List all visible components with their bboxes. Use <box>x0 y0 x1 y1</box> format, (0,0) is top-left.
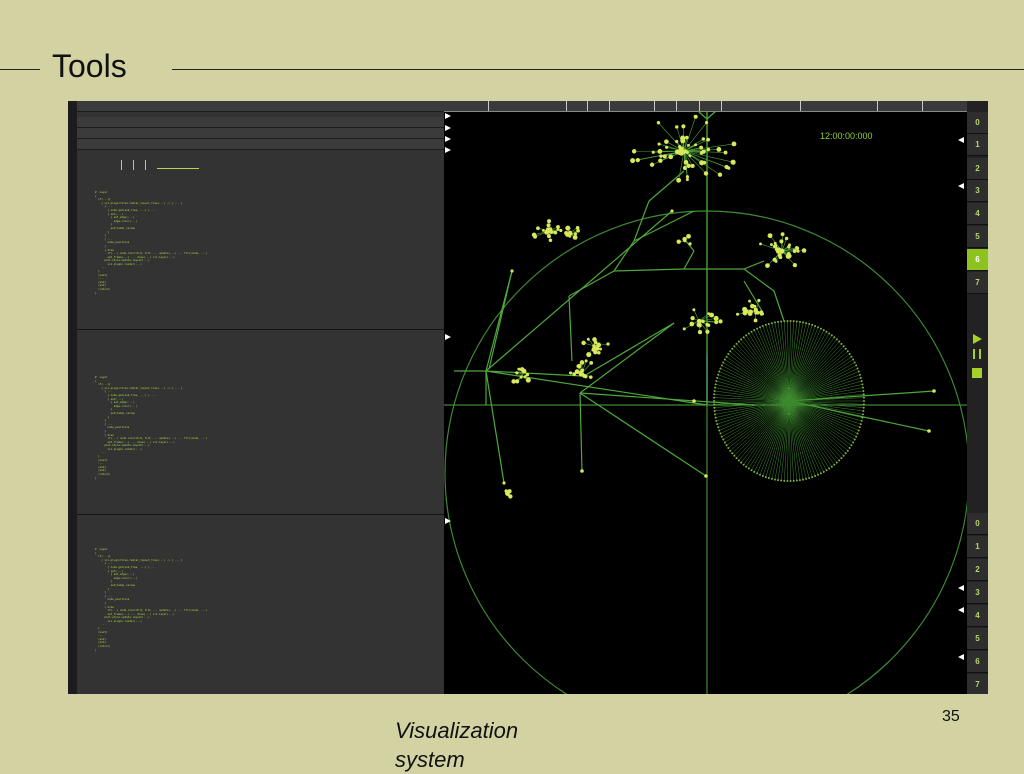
level-button-bottom-3[interactable]: 3 <box>967 582 988 604</box>
row-marker-icon[interactable] <box>445 125 451 131</box>
level-toolbar: 0 1 2 3 4 5 6 7 0 1 2 3 4 5 6 7 <box>967 101 988 694</box>
tree-edges <box>454 111 934 496</box>
level-button-top-7[interactable]: 7 <box>967 272 988 294</box>
stop-icon[interactable] <box>972 368 982 378</box>
code-block-3[interactable]: # Layer { if(...){ { viz.plugin=tree.rad… <box>95 548 207 652</box>
page-number: 35 <box>942 708 960 726</box>
code-panel-header-row[interactable] <box>77 128 444 139</box>
level-button-top-5[interactable]: 5 <box>967 226 988 248</box>
level-marker-icon[interactable] <box>958 607 964 613</box>
tree-nodes <box>502 115 935 499</box>
level-button-top-6[interactable]: 6 <box>967 249 988 271</box>
title-rule-left <box>0 69 40 70</box>
slide-title: Tools <box>52 48 127 85</box>
code-block-1[interactable]: # Layer { if(...){ { viz.plugin=tree.rad… <box>95 191 207 295</box>
outer-ring <box>445 211 967 694</box>
level-marker-icon[interactable] <box>958 183 964 189</box>
level-button-bottom-4[interactable]: 4 <box>967 605 988 627</box>
level-button-top-2[interactable]: 2 <box>967 158 988 180</box>
level-button-bottom-1[interactable]: 1 <box>967 536 988 558</box>
radial-tree-viewport[interactable]: 12:00:00:000 <box>444 101 967 694</box>
level-button-bottom-0[interactable]: 0 <box>967 513 988 535</box>
radial-tree-graph[interactable] <box>444 101 967 694</box>
code-panel-legend <box>119 160 199 172</box>
level-button-top-3[interactable]: 3 <box>967 180 988 202</box>
level-button-bottom-7[interactable]: 7 <box>967 674 988 694</box>
title-rule-right <box>172 69 1024 70</box>
level-button-top-0[interactable]: 0 <box>967 112 988 134</box>
code-panel-header-row[interactable] <box>77 101 444 112</box>
level-button-top-4[interactable]: 4 <box>967 203 988 225</box>
level-marker-icon[interactable] <box>958 585 964 591</box>
play-icon[interactable] <box>973 334 982 344</box>
fan-edges <box>714 321 864 481</box>
slide-caption: Visualization system <box>395 716 555 774</box>
code-panel: # Layer { if(...){ { viz.plugin=tree.rad… <box>77 101 444 694</box>
row-marker-icon[interactable] <box>445 147 451 153</box>
row-marker-icon[interactable] <box>445 334 451 340</box>
level-button-bottom-2[interactable]: 2 <box>967 559 988 581</box>
level-button-bottom-6[interactable]: 6 <box>967 651 988 673</box>
level-button-bottom-5[interactable]: 5 <box>967 628 988 650</box>
clock-readout: 12:00:00:000 <box>820 131 873 141</box>
panel-divider <box>77 514 444 515</box>
panel-divider <box>77 329 444 330</box>
pause-icon[interactable] <box>972 349 982 359</box>
level-marker-icon[interactable] <box>958 654 964 660</box>
row-marker-icon[interactable] <box>445 136 451 142</box>
row-marker-icon[interactable] <box>445 113 451 119</box>
visualization-app-window: # Layer { if(...){ { viz.plugin=tree.rad… <box>68 101 988 694</box>
code-panel-header-row[interactable] <box>77 117 444 128</box>
level-marker-icon[interactable] <box>958 137 964 143</box>
code-block-2[interactable]: # Layer { if(...){ { viz.plugin=tree.rad… <box>95 376 207 480</box>
level-button-top-1[interactable]: 1 <box>967 134 988 156</box>
code-panel-header-row[interactable] <box>77 139 444 150</box>
row-marker-icon[interactable] <box>445 518 451 524</box>
